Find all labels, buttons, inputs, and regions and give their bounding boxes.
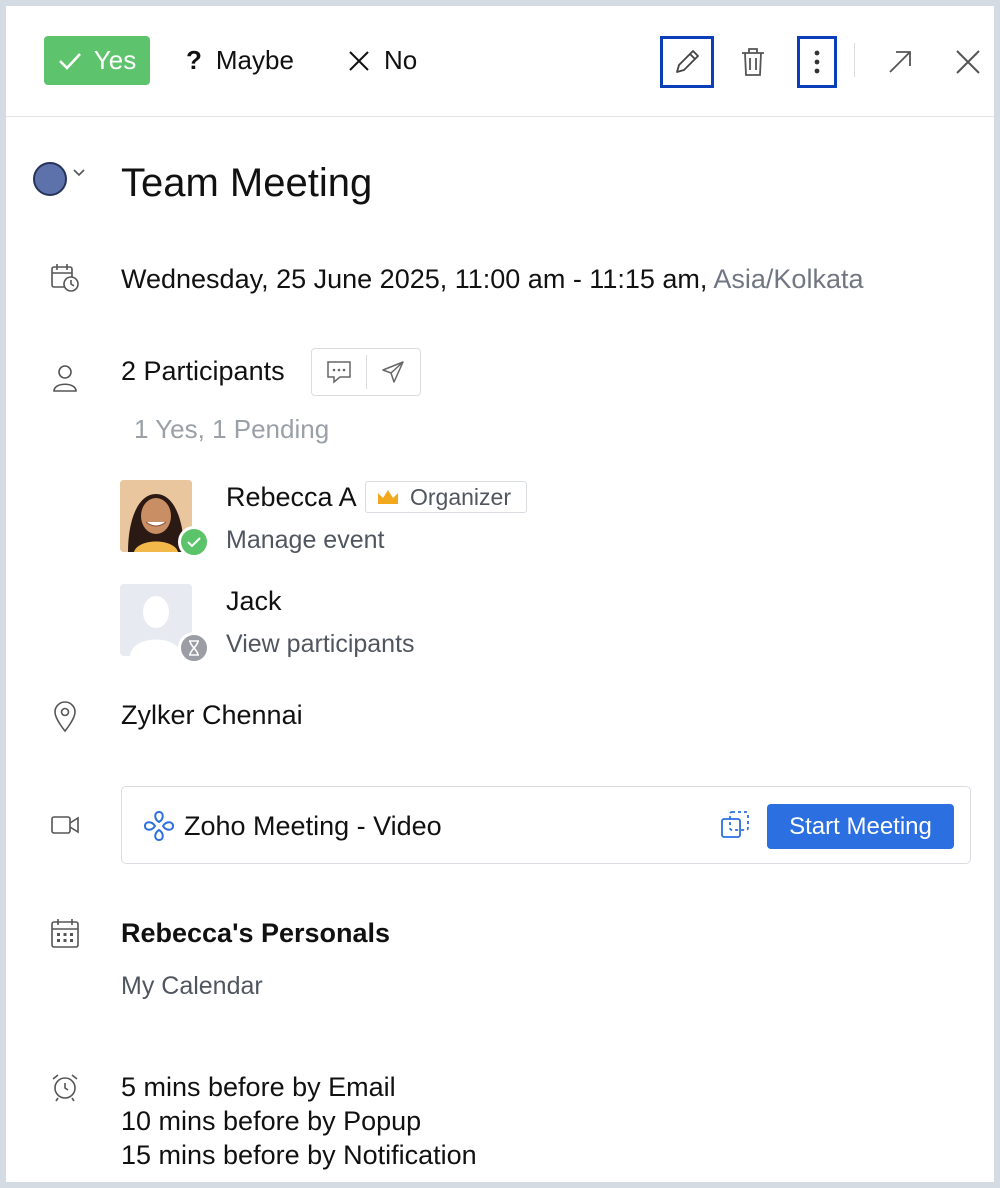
rsvp-summary: 1 Yes, 1 Pending xyxy=(134,414,330,444)
organizer-badge: Organizer xyxy=(365,481,527,513)
send-button[interactable] xyxy=(367,349,421,395)
zoho-meeting-logo-icon xyxy=(143,810,175,842)
participants-count: 2 Participants xyxy=(121,356,285,386)
accepted-status-badge xyxy=(178,526,210,558)
view-participants-link[interactable]: View participants xyxy=(226,630,415,659)
event-toolbar: Yes ? Maybe No xyxy=(6,6,994,117)
calendar-clock-icon xyxy=(48,261,82,295)
send-icon xyxy=(382,361,404,383)
organizer-label: Organizer xyxy=(410,483,511,510)
rsvp-no-label: No xyxy=(384,45,418,75)
event-datetime: Wednesday, 25 June 2025, 11:00 am - 11:1… xyxy=(121,264,863,295)
event-datetime-text: Wednesday, 25 June 2025, 11:00 am - 11:1… xyxy=(121,264,708,294)
rsvp-maybe-label: Maybe xyxy=(215,45,294,75)
close-button[interactable] xyxy=(946,36,990,88)
reminders-list: 5 mins before by Email 10 mins before by… xyxy=(121,1070,477,1172)
manage-event-link[interactable]: Manage event xyxy=(226,526,384,555)
arrow-up-right-icon xyxy=(889,51,911,73)
pencil-icon xyxy=(676,50,699,73)
chevron-down-icon[interactable] xyxy=(72,166,86,180)
reminder-item: 5 mins before by Email xyxy=(121,1072,396,1102)
toolbar-divider xyxy=(854,43,855,77)
location-pin-icon xyxy=(48,700,82,734)
rsvp-yes-label: Yes xyxy=(93,45,137,75)
more-vertical-icon xyxy=(814,50,820,74)
trash-icon xyxy=(742,48,764,76)
edit-button[interactable] xyxy=(660,36,714,88)
close-icon xyxy=(956,50,980,74)
delete-button[interactable] xyxy=(728,36,778,88)
open-in-new-button[interactable] xyxy=(878,36,922,88)
question-icon: ? xyxy=(186,45,202,75)
event-title: Team Meeting xyxy=(121,161,373,205)
copy-link-icon[interactable] xyxy=(720,809,750,841)
event-location: Zylker Chennai xyxy=(121,700,303,730)
reminder-item: 10 mins before by Popup xyxy=(121,1106,422,1136)
chat-button[interactable] xyxy=(312,349,366,395)
person-icon xyxy=(48,361,82,395)
alarm-clock-icon xyxy=(48,1070,82,1104)
pending-status-badge xyxy=(178,632,210,664)
calendar-name: Rebecca's Personals xyxy=(121,918,391,948)
hourglass-icon xyxy=(189,640,199,656)
event-timezone[interactable]: Asia/Kolkata xyxy=(713,264,863,294)
video-camera-icon xyxy=(48,808,82,842)
start-meeting-button[interactable]: Start Meeting xyxy=(767,804,954,849)
participant-name: Rebecca A xyxy=(226,482,357,512)
participant-actions xyxy=(311,348,421,396)
reminder-item: 15 mins before by Notification xyxy=(121,1140,477,1170)
crown-icon xyxy=(378,490,398,504)
meeting-card: Zoho Meeting - Video Start Meeting xyxy=(121,786,971,864)
calendar-subtitle: My Calendar xyxy=(121,972,263,1000)
check-icon xyxy=(58,52,81,70)
chat-icon xyxy=(327,361,351,384)
x-icon xyxy=(349,50,369,71)
rsvp-no-button[interactable]: No xyxy=(348,36,417,85)
event-color-picker[interactable] xyxy=(33,162,67,196)
participant-name: Jack xyxy=(226,586,282,616)
calendar-icon xyxy=(48,916,82,950)
rsvp-maybe-button[interactable]: ? Maybe xyxy=(186,36,294,85)
meeting-provider: Zoho Meeting - Video xyxy=(184,811,442,841)
check-icon xyxy=(187,537,201,548)
rsvp-yes-button[interactable]: Yes xyxy=(44,36,150,85)
event-details-panel: Yes ? Maybe No Team Meeting Wednesday, 2… xyxy=(6,6,994,1182)
more-options-button[interactable] xyxy=(797,36,837,88)
